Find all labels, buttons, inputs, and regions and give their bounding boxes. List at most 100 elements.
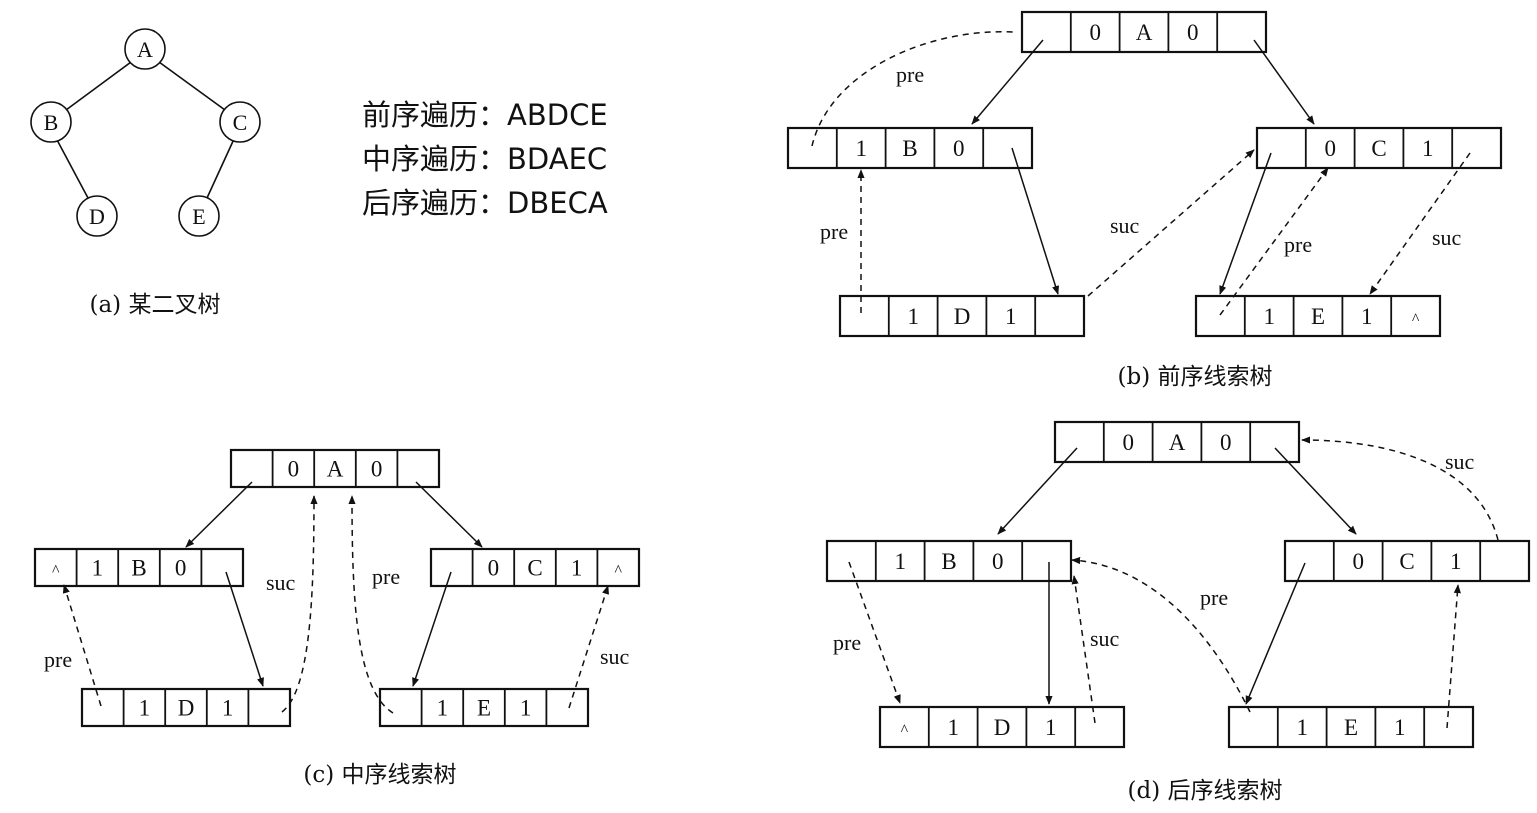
postorder-threaded-tree: 0 A 0 1 B 0 0 C 1 ^ 1 D 1 1 E 1 suc pre pre suc (d)… bbox=[825, 420, 1531, 804]
ltag-cell: 1 bbox=[907, 304, 919, 329]
traversal-value: DBECA bbox=[507, 186, 608, 220]
rtag-cell: 1 bbox=[571, 556, 583, 581]
rtag-cell: 1 bbox=[1361, 304, 1373, 329]
preorder-threaded-tree: 0 A 0 1 B 0 0 C 1 1 D 1 1 E 1 ^ pre pre suc pre suc… bbox=[786, 10, 1503, 390]
tree-node-label: A bbox=[137, 37, 153, 62]
node-record-e: 1 E 1 bbox=[1227, 705, 1475, 749]
rtag-cell: 1 bbox=[1045, 715, 1057, 740]
child-arrow bbox=[225, 571, 264, 687]
tree-node-label: E bbox=[192, 204, 205, 229]
node-record-c: 0 C 1 bbox=[1255, 126, 1503, 170]
threaded-binary-tree-figure: A B C D E (a) 某二叉树 0 A 0 1 B 0 0 C 1 1 D 1 1 E 1 ^ … bbox=[30, 10, 1531, 804]
data-cell: E bbox=[1311, 304, 1325, 329]
rtag-cell: 0 bbox=[1220, 430, 1232, 455]
node-record-b: 1 B 0 bbox=[786, 126, 1034, 170]
thread-label: suc bbox=[266, 570, 296, 595]
rtag-cell: 0 bbox=[953, 136, 965, 161]
caption-a: (a) 某二叉树 bbox=[90, 292, 221, 318]
data-cell: B bbox=[131, 556, 146, 581]
data-cell: B bbox=[902, 136, 917, 161]
caption-b: (b) 前序线索树 bbox=[1118, 364, 1273, 390]
data-cell: C bbox=[1371, 136, 1386, 161]
child-arrow bbox=[185, 481, 253, 548]
thread-label: pre bbox=[820, 219, 848, 244]
data-cell: D bbox=[178, 696, 195, 721]
thread-label: suc bbox=[1110, 213, 1140, 238]
node-record-c: 0 C 1 ^ bbox=[429, 547, 641, 588]
data-cell: A bbox=[327, 457, 344, 482]
thread-line bbox=[348, 495, 394, 714]
child-arrow bbox=[1011, 147, 1059, 295]
data-cell: B bbox=[941, 549, 956, 574]
thread-label: suc bbox=[600, 644, 630, 669]
node-record-a: 0 A 0 bbox=[1053, 420, 1301, 464]
data-cell: A bbox=[1136, 20, 1153, 45]
child-arrow bbox=[415, 481, 483, 548]
traversal-label: 中序遍历： bbox=[362, 142, 508, 176]
node-record-d: ^ 1 D 1 bbox=[878, 705, 1126, 749]
caption-d: (d) 后序线索树 bbox=[1128, 778, 1283, 804]
child-arrow bbox=[1253, 39, 1315, 125]
thread-label: pre bbox=[1284, 232, 1312, 257]
ltag-cell: 1 bbox=[1263, 304, 1275, 329]
ltag-cell: 0 bbox=[288, 457, 300, 482]
data-cell: C bbox=[527, 556, 542, 581]
thread-line bbox=[62, 584, 102, 707]
node-record-e: 1 E 1 ^ bbox=[1194, 294, 1442, 338]
data-cell: A bbox=[1169, 430, 1186, 455]
tree-edge-a-c bbox=[158, 61, 226, 111]
tree-edge-b-d bbox=[55, 137, 89, 199]
traversal-value: ABDCE bbox=[507, 98, 608, 132]
ltag-cell: 1 bbox=[855, 136, 867, 161]
rtag-cell: 0 bbox=[1187, 20, 1199, 45]
tree-node-label: D bbox=[89, 204, 105, 229]
inorder-traversal: 中序遍历：BDAEC bbox=[362, 142, 607, 176]
thread-label: pre bbox=[372, 564, 400, 589]
node-record-a: 0 A 0 bbox=[229, 448, 441, 489]
ltag-cell: 0 bbox=[488, 556, 500, 581]
rtag-cell: 1 bbox=[222, 696, 234, 721]
node-record-b: 1 B 0 bbox=[825, 539, 1073, 583]
thread-label: pre bbox=[896, 62, 924, 87]
thread-label: suc bbox=[1445, 449, 1475, 474]
child-arrow bbox=[1245, 562, 1306, 705]
data-cell: D bbox=[954, 304, 971, 329]
ltag-cell: 0 bbox=[1089, 20, 1101, 45]
node-record-c: 0 C 1 bbox=[1283, 539, 1531, 583]
rtag-cell: 1 bbox=[520, 696, 532, 721]
traversal-label: 后序遍历： bbox=[362, 186, 508, 220]
rchild-cell: ^ bbox=[614, 563, 622, 580]
rtag-cell: 0 bbox=[992, 549, 1004, 574]
rtag-cell: 1 bbox=[1450, 549, 1462, 574]
rtag-cell: 1 bbox=[1394, 715, 1406, 740]
tree-node-label: B bbox=[44, 110, 59, 135]
thread-label: suc bbox=[1432, 225, 1462, 250]
tree-node-label: C bbox=[233, 110, 248, 135]
node-record-e: 1 E 1 bbox=[378, 687, 590, 728]
child-arrow bbox=[997, 447, 1078, 535]
tree-edge-a-b bbox=[65, 61, 132, 111]
thread-label: pre bbox=[1200, 585, 1228, 610]
caption-c: (c) 中序线索树 bbox=[303, 762, 456, 788]
data-cell: E bbox=[477, 696, 491, 721]
rchild-cell: ^ bbox=[1412, 311, 1420, 328]
child-arrow bbox=[971, 39, 1044, 125]
postorder-traversal: 后序遍历：DBECA bbox=[362, 186, 608, 220]
traversal-value: BDAEC bbox=[507, 142, 608, 176]
child-arrow bbox=[412, 571, 452, 687]
rtag-cell: 0 bbox=[371, 457, 383, 482]
node-record-d: 1 D 1 bbox=[838, 294, 1086, 338]
traversal-label: 前序遍历： bbox=[362, 98, 508, 132]
thread-line bbox=[281, 495, 318, 713]
lchild-cell: ^ bbox=[901, 722, 909, 739]
inorder-threaded-tree: 0 A 0 ^ 1 B 0 0 C 1 ^ 1 D 1 1 E 1 suc pre pre suc (c… bbox=[33, 448, 641, 788]
thread-label: suc bbox=[1090, 626, 1120, 651]
rtag-cell: 0 bbox=[175, 556, 187, 581]
thread-label: pre bbox=[833, 630, 861, 655]
lchild-cell: ^ bbox=[52, 563, 60, 580]
node-record-d: 1 D 1 bbox=[80, 687, 292, 728]
preorder-traversal: 前序遍历：ABDCE bbox=[362, 98, 608, 132]
ltag-cell: 0 bbox=[1352, 549, 1364, 574]
rtag-cell: 1 bbox=[1422, 136, 1434, 161]
ltag-cell: 1 bbox=[894, 549, 906, 574]
